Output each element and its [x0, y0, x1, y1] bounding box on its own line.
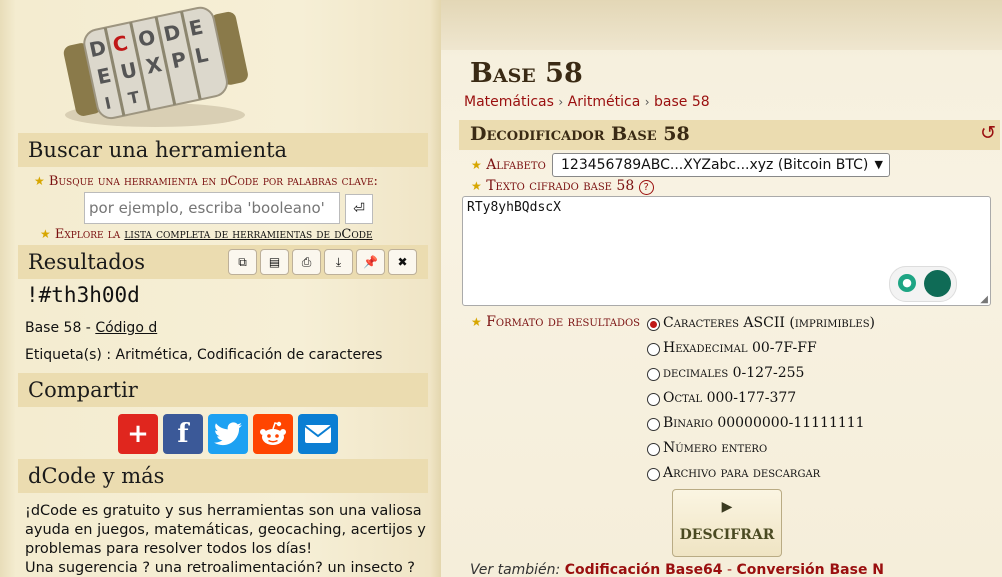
mail-icon — [304, 425, 332, 443]
decrypt-button[interactable]: ▶ DESCIFRAR — [672, 489, 782, 557]
search-input[interactable] — [84, 192, 340, 224]
radio-label-binary[interactable]: Binario 00000000-11111111 — [663, 415, 865, 431]
tool-list-link[interactable]: lista completa de herramientas de dCode — [124, 227, 372, 242]
reddit-icon — [260, 421, 286, 445]
radio-file[interactable] — [647, 468, 660, 481]
about-text: ¡dCode es gratuito y sus herramientas so… — [25, 503, 426, 557]
close-button[interactable]: ✖ — [388, 249, 417, 275]
format-label: ★ Formato de resultados — [471, 314, 641, 330]
refresh-icon[interactable]: ↺ — [980, 122, 996, 144]
radio-label-integer[interactable]: Número entero — [663, 440, 767, 456]
chevron-down-icon: ▼ — [874, 158, 883, 171]
see-also-basen-link[interactable]: Conversión Base N — [737, 562, 885, 577]
main-panel: Base 58 Matemáticas › Aritmética › base … — [441, 0, 1002, 577]
search-section-header: Buscar una herramienta — [18, 133, 428, 167]
grammar-check-icon — [924, 270, 951, 297]
resize-handle-icon[interactable]: ◢ — [980, 294, 988, 305]
lightbulb-icon: ● — [898, 274, 916, 292]
cipher-textarea[interactable]: RTy8yhBQdscX ● ◢ — [462, 196, 991, 306]
see-also-base64-link[interactable]: Codificación Base64 — [565, 562, 723, 577]
decoder-header: Decodificador Base 58 ↺ — [459, 120, 1000, 150]
alphabet-select[interactable]: 123456789ABC...XYZabc...xyz (Bitcoin BTC… — [552, 153, 890, 177]
result-method: Base 58 - Código d — [25, 320, 158, 336]
share-section-header: Compartir — [18, 373, 428, 407]
radio-binary[interactable] — [647, 418, 660, 431]
left-sidebar: D C O D E E U X P L I T Buscar una herra… — [0, 0, 441, 577]
radio-ascii[interactable] — [647, 318, 660, 331]
star-icon: ★ — [471, 179, 482, 193]
decoder-title: Decodificador Base 58 — [470, 123, 690, 145]
star-icon: ★ — [471, 158, 482, 172]
email-share-button[interactable] — [298, 414, 338, 454]
search-hint: ★ Busque una herramienta en dCode por pa… — [34, 174, 378, 189]
star-icon: ★ — [34, 174, 45, 188]
assistant-widget[interactable]: ● — [889, 266, 957, 302]
more-section-header: dCode y más — [18, 459, 428, 493]
alphabet-label: ★ Alfabeto — [471, 157, 546, 173]
twitter-share-button[interactable] — [208, 414, 248, 454]
reddit-share-button[interactable] — [253, 414, 293, 454]
result-value[interactable]: !#th3h00d — [26, 283, 140, 307]
copy-button[interactable]: ⧉ — [228, 249, 257, 275]
download-button[interactable]: ⤓ — [324, 249, 353, 275]
code-link[interactable]: Código d — [95, 320, 157, 336]
feedback-text: Una sugerencia ? una retroalimentación? … — [25, 560, 415, 576]
see-also: Ver también: Codificación Base64 - Conve… — [470, 562, 885, 577]
radio-label-octal[interactable]: Octal 000-177-377 — [663, 390, 796, 406]
star-icon: ★ — [40, 227, 51, 241]
cipher-label: ★ Texto cifrado base 58 ? — [471, 178, 654, 195]
play-icon: ▶ — [721, 499, 733, 515]
radio-label-decimal[interactable]: decimales 0-127-255 — [663, 365, 804, 381]
radio-label-file[interactable]: Archivo para descargar — [663, 465, 820, 481]
search-go-button[interactable]: ⏎ — [345, 194, 373, 224]
breadcrumb-base58[interactable]: base 58 — [654, 94, 710, 110]
pin-button[interactable]: 📌 — [356, 249, 385, 275]
facebook-icon: f — [177, 419, 189, 449]
star-icon: ★ — [471, 315, 482, 329]
twitter-icon — [214, 422, 242, 446]
decorative-banner — [441, 0, 1002, 50]
plus-icon: + — [127, 419, 149, 449]
radio-octal[interactable] — [647, 393, 660, 406]
breadcrumb-arithmetic[interactable]: Aritmética — [568, 94, 641, 110]
addthis-share-button[interactable]: + — [118, 414, 158, 454]
radio-hex[interactable] — [647, 343, 660, 356]
radio-decimal[interactable] — [647, 368, 660, 381]
radio-label-hex[interactable]: Hexadecimal 00-7F-FF — [663, 340, 817, 356]
explore-line: ★ Explore la lista completa de herramien… — [40, 227, 373, 242]
page-title: Base 58 — [470, 58, 583, 89]
print-button[interactable]: ⎙ — [292, 249, 321, 275]
clipboard-button[interactable]: ▤ — [260, 249, 289, 275]
breadcrumb: Matemáticas › Aritmética › base 58 — [464, 94, 710, 110]
breadcrumb-mathematics[interactable]: Matemáticas — [464, 94, 554, 110]
result-tags: Etiqueta(s) : Aritmética, Codificación d… — [25, 347, 383, 363]
help-icon[interactable]: ? — [638, 180, 654, 195]
dcode-logo[interactable]: D C O D E E U X P L I T — [55, 0, 255, 130]
radio-integer[interactable] — [647, 443, 660, 456]
radio-label-ascii[interactable]: Caracteres ASCII (imprimibles) — [663, 315, 875, 331]
facebook-share-button[interactable]: f — [163, 414, 203, 454]
